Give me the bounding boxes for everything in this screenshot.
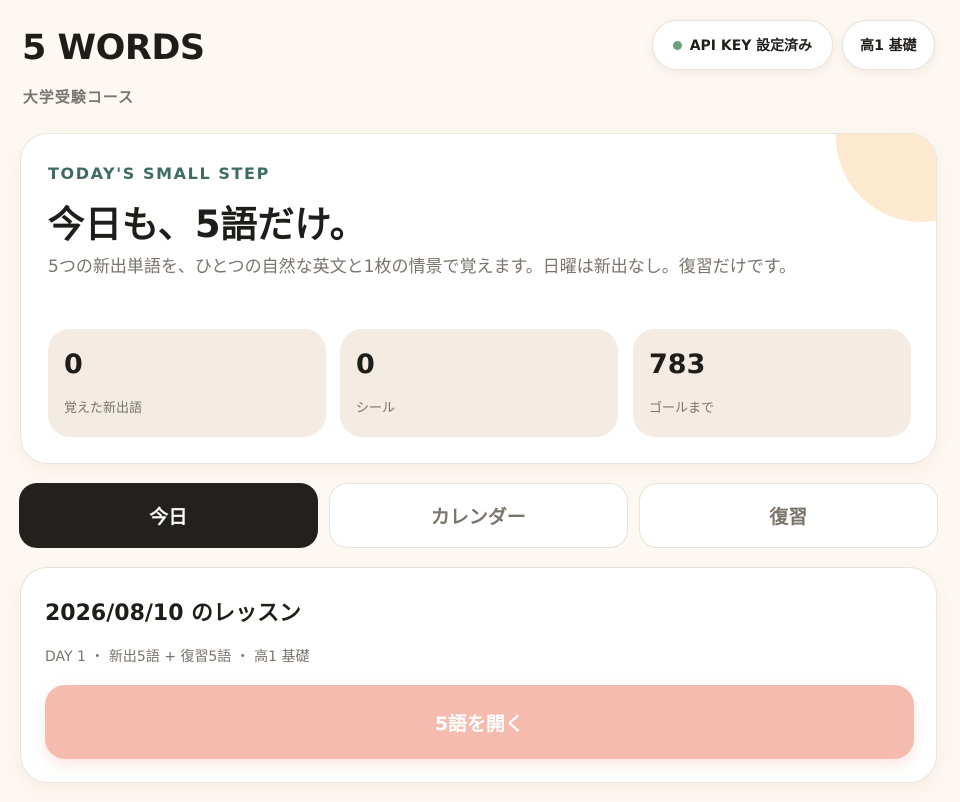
hero-eyebrow: TODAY'S SMALL STEP	[48, 164, 270, 183]
lesson-card: 2026/08/10 のレッスン DAY 1 ・ 新出5語 + 復習5語 ・ 高…	[20, 567, 937, 783]
hero-heading: 今日も、5語だけ。	[48, 203, 367, 246]
level-label: 高1 基礎	[860, 38, 917, 54]
stat-card-goal: 783 ゴールまで	[633, 329, 911, 437]
stat-label: ゴールまで	[649, 401, 715, 416]
tab-today[interactable]: 今日	[19, 483, 318, 548]
lesson-meta: DAY 1 ・ 新出5語 + 復習5語 ・ 高1 基礎	[45, 649, 310, 665]
hero-description: 5つの新出単語を、ひとつの自然な英文と1枚の情景で覚えます。日曜は新出なし。復習…	[48, 257, 797, 277]
app-title: 5 WORDS	[22, 28, 205, 68]
stat-value: 0	[356, 349, 375, 380]
hero-card: TODAY'S SMALL STEP 今日も、5語だけ。 5つの新出単語を、ひと…	[20, 133, 937, 464]
stat-label: 覚えた新出語	[64, 401, 143, 416]
tab-calendar[interactable]: カレンダー	[329, 483, 628, 548]
status-dot-icon	[672, 40, 682, 50]
api-key-status-label: API KEY 設定済み	[689, 38, 813, 54]
stat-value: 783	[649, 349, 706, 380]
stat-card-learned: 0 覚えた新出語	[48, 329, 326, 437]
tab-review[interactable]: 復習	[639, 483, 938, 548]
app-subtitle: 大学受験コース	[23, 88, 135, 106]
stat-card-stickers: 0 シール	[340, 329, 618, 437]
api-key-status-button[interactable]: API KEY 設定済み	[652, 20, 833, 70]
stat-value: 0	[64, 349, 83, 380]
open-words-button[interactable]: 5語を開く	[45, 685, 914, 759]
level-button[interactable]: 高1 基礎	[842, 20, 935, 70]
decorative-circle	[836, 134, 936, 222]
stat-label: シール	[356, 401, 396, 416]
lesson-title: 2026/08/10 のレッスン	[45, 601, 302, 626]
